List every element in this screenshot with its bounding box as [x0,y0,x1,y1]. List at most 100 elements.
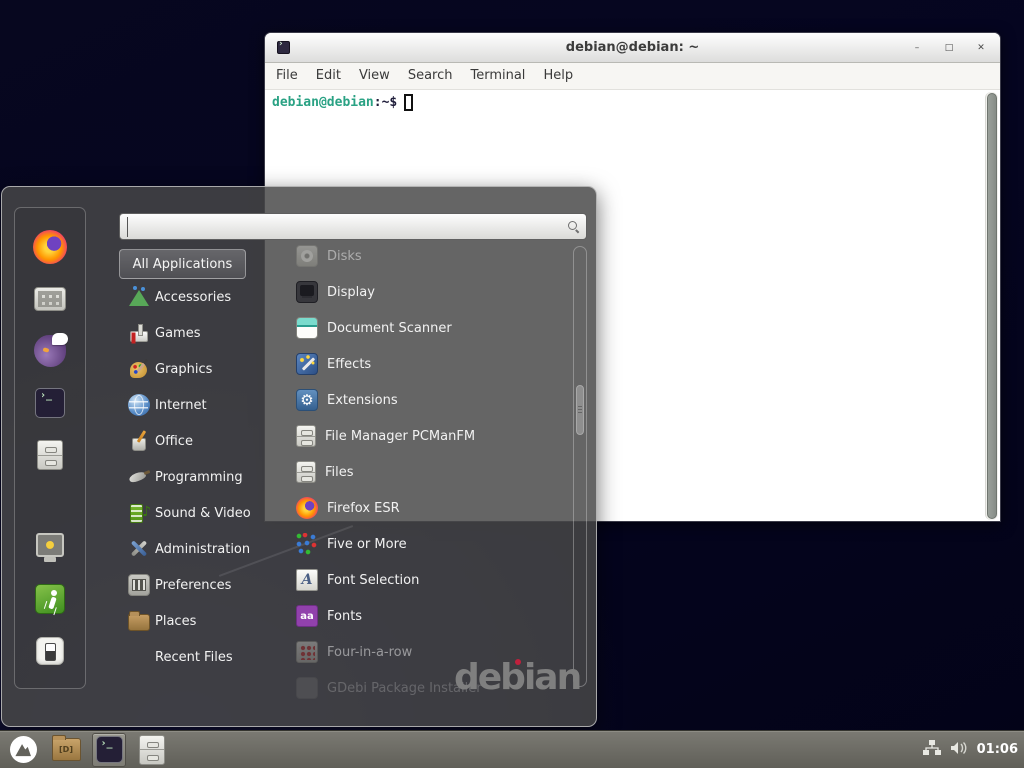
file-cabinet-icon [37,440,63,470]
terminal-scrollbar-thumb[interactable] [987,93,997,519]
network-icon[interactable] [923,740,941,759]
app-label: Effects [327,357,371,372]
app-five-or-more[interactable]: Five or More [284,526,572,562]
minimize-icon[interactable]: – [908,39,926,57]
category-label: Recent Files [155,650,233,665]
favorites-column [14,207,86,689]
terminal-menu-edit[interactable]: Edit [307,63,350,89]
games-icon [128,322,150,344]
terminal-menu-terminal[interactable]: Terminal [461,63,534,89]
category-places[interactable]: Places [119,603,282,639]
administration-icon [128,538,150,560]
terminal-menu-search[interactable]: Search [399,63,462,89]
taskbar: [D] [0,730,1024,768]
app-label: Five or More [327,537,407,552]
volume-icon[interactable] [950,740,968,759]
category-graphics[interactable]: Graphics [119,351,282,387]
terminal-title: debian@debian: ~ [265,40,1000,55]
categories-list: Accessories Games Graphics Internet [119,279,282,675]
category-administration[interactable]: Administration [119,531,282,567]
effects-icon [296,353,318,375]
monitor-stand [44,557,56,562]
terminal-menu-file[interactable]: File [267,63,307,89]
firefox-icon [33,230,67,264]
applications-scrollbar-thumb[interactable] [576,385,584,435]
terminal-scrollbar[interactable] [985,92,998,520]
all-applications-label: All Applications [133,257,233,272]
places-icon [128,614,150,631]
app-firefox-esr[interactable]: Firefox ESR [284,490,572,526]
taskbar-button-terminal[interactable] [92,733,126,767]
app-label: Display [327,285,375,300]
app-files[interactable]: Files [284,454,572,490]
disks-icon [296,245,318,267]
app-extensions[interactable]: Extensions [284,382,572,418]
category-label: Internet [155,398,207,413]
search-icon [568,221,579,232]
app-document-scanner[interactable]: Document Scanner [284,310,572,346]
app-disks[interactable]: Disks [284,238,572,274]
app-font-selection[interactable]: Font Selection [284,562,572,598]
menu-logo-icon [10,736,37,763]
search-input[interactable] [127,217,568,237]
folder-label: [D] [59,745,73,754]
logout-icon [35,584,65,614]
pidgin-icon [34,335,66,367]
applications-scrollbar[interactable] [573,246,587,687]
close-icon[interactable]: ✕ [972,39,990,57]
graphics-icon [128,358,150,380]
taskbar-button-file-manager[interactable]: [D] [49,733,83,767]
category-preferences[interactable]: Preferences [119,567,282,603]
favorite-file-cabinet[interactable] [24,429,76,481]
favorite-logout[interactable] [24,573,76,625]
office-icon [128,430,150,452]
all-applications-button[interactable]: All Applications [119,249,246,279]
category-label: Accessories [155,290,231,305]
folder-d-icon: [D] [52,738,81,761]
favorite-pidgin[interactable] [24,325,76,377]
favorite-shutdown[interactable] [24,625,76,677]
terminal-menu-view[interactable]: View [350,63,399,89]
category-programming[interactable]: Programming [119,459,282,495]
applications-list: Disks Display Document Scanner Effects [284,238,572,706]
category-sound-video[interactable]: Sound & Video [119,495,282,531]
extensions-icon [296,389,318,411]
four-in-a-row-icon [296,641,318,663]
favorite-lock-screen[interactable] [24,521,76,573]
clock[interactable]: 01:06 [977,742,1018,757]
app-file-manager-pcmanfm[interactable]: File Manager PCManFM [284,418,572,454]
maximize-icon[interactable]: □ [940,39,958,57]
terminal-cursor [404,94,413,111]
category-office[interactable]: Office [119,423,282,459]
watermark-red-dot [515,659,521,665]
taskbar-button-files[interactable] [135,733,169,767]
search-box[interactable] [119,213,587,240]
file-cabinet-icon [296,425,316,447]
accessories-icon [128,286,150,308]
app-label: Extensions [327,393,398,408]
favorite-firefox[interactable] [24,221,76,273]
file-cabinet-icon [296,461,316,483]
favorite-software-keyboard[interactable] [24,273,76,325]
app-fonts[interactable]: Fonts [284,598,572,634]
fonts-icon [296,605,318,627]
terminal-menu-help[interactable]: Help [534,63,582,89]
app-label: Font Selection [327,573,419,588]
app-display[interactable]: Display [284,274,572,310]
category-accessories[interactable]: Accessories [119,279,282,315]
app-effects[interactable]: Effects [284,346,572,382]
category-label: Graphics [155,362,212,377]
terminal-prompt: debian@debian:~$ [272,94,413,111]
applications-menu: All Applications Accessories Games Graph… [1,186,597,727]
terminal-icon [96,736,123,763]
taskbar-launchers: [D] [0,733,923,767]
category-label: Games [155,326,200,341]
app-label: Firefox ESR [327,501,400,516]
desktop: debian@debian: ~ – □ ✕ File Edit View Se… [0,0,1024,768]
terminal-titlebar[interactable]: debian@debian: ~ – □ ✕ [265,33,1000,63]
favorite-terminal[interactable] [24,377,76,429]
category-games[interactable]: Games [119,315,282,351]
category-internet[interactable]: Internet [119,387,282,423]
category-recent-files[interactable]: Recent Files [119,639,282,675]
taskbar-button-menu[interactable] [6,733,40,767]
